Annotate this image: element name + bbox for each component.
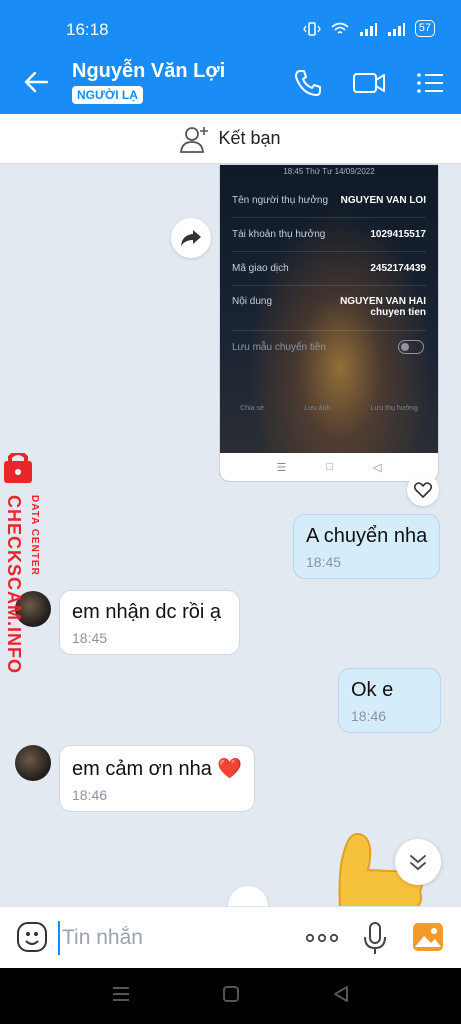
image-icon[interactable] bbox=[412, 922, 444, 952]
message-bubble-outgoing[interactable]: Ok e 18:46 bbox=[338, 668, 441, 733]
menu-list-icon[interactable] bbox=[414, 67, 446, 99]
receipt-row: Tài khoản thụ hưởng 1029415517 bbox=[232, 229, 426, 240]
add-friend-icon bbox=[180, 126, 209, 153]
stranger-badge: NGƯỜI LẠ bbox=[72, 86, 143, 104]
share-forward-button[interactable] bbox=[171, 218, 211, 258]
message-text: em nhận dc rồi ạ bbox=[72, 601, 221, 623]
share-forward-icon bbox=[181, 230, 201, 246]
message-bubble-incoming[interactable]: em nhận dc rồi ạ 18:45 bbox=[59, 590, 240, 655]
receipt-row: Nội dung NGUYEN VAN HAI chuyen tien bbox=[232, 296, 426, 318]
message-input[interactable] bbox=[58, 921, 278, 955]
react-heart-button[interactable] bbox=[407, 474, 439, 506]
system-navigation-bar bbox=[0, 968, 461, 1024]
message-text: A chuyển nha bbox=[306, 525, 428, 547]
checkscam-watermark: DATA CENTER CHECKSCAM.INFO bbox=[4, 453, 40, 673]
status-bar: 16:18 57 bbox=[0, 0, 461, 52]
message-text: Ok e bbox=[351, 679, 394, 701]
receipt-actions: Chia sẻ Lưu ảnh Lưu thụ hưởng bbox=[240, 405, 418, 412]
microphone-icon[interactable] bbox=[362, 921, 388, 955]
message-bubble-outgoing[interactable]: A chuyển nha 18:45 bbox=[293, 514, 440, 579]
receipt-row: Mã giao dịch 2452174439 bbox=[232, 263, 426, 274]
recents-nav-icon[interactable] bbox=[112, 984, 130, 1009]
video-call-icon[interactable] bbox=[352, 67, 386, 99]
watermark-line2: CHECKSCAM.INFO bbox=[4, 495, 24, 673]
add-friend-bar[interactable]: Kết bạn bbox=[0, 114, 461, 164]
receipt-meta: 18:45 Thứ Tư 14/09/2022 bbox=[283, 167, 375, 176]
message-bubble-incoming[interactable]: em cảm ơn nha ❤️ 18:46 bbox=[59, 745, 255, 812]
status-time: 16:18 bbox=[66, 20, 109, 39]
emoji-icon[interactable] bbox=[16, 921, 48, 953]
transfer-receipt-image[interactable]: 18:45 Thứ Tư 14/09/2022 Tên người thụ hư… bbox=[219, 164, 439, 482]
signal-icon bbox=[359, 22, 377, 36]
chat-area[interactable]: 18:45 Thứ Tư 14/09/2022 Tên người thụ hư… bbox=[0, 164, 461, 906]
back-nav-icon[interactable] bbox=[332, 984, 350, 1009]
phone-icon[interactable] bbox=[292, 67, 324, 99]
receipt-row: Tên người thụ hưởng NGUYEN VAN LOI bbox=[232, 195, 426, 206]
receipt-navbar: ☰ □ ◁ bbox=[220, 453, 438, 481]
scroll-to-bottom-button[interactable] bbox=[395, 839, 441, 885]
message-text: em cảm ơn nha ❤️ bbox=[72, 758, 243, 780]
chat-header: Nguyễn Văn Lợi NGƯỜI LẠ bbox=[0, 52, 461, 114]
home-nav-icon[interactable] bbox=[222, 984, 240, 1009]
watermark-line1: DATA CENTER bbox=[29, 495, 40, 576]
message-time: 18:45 bbox=[72, 630, 108, 646]
heart-icon bbox=[414, 482, 432, 498]
avatar[interactable] bbox=[15, 745, 51, 781]
share-forward-button-2[interactable] bbox=[228, 886, 268, 906]
message-time: 18:46 bbox=[351, 708, 387, 724]
more-dots-icon[interactable] bbox=[304, 925, 340, 951]
back-arrow-icon[interactable] bbox=[22, 68, 50, 96]
chevron-double-down-icon bbox=[410, 855, 426, 871]
add-friend-label: Kết bạn bbox=[218, 128, 281, 148]
receipt-toggle bbox=[398, 340, 424, 354]
signal-icon-2 bbox=[387, 22, 405, 36]
receipt-toggle-label: Lưu mẫu chuyển tiền bbox=[232, 342, 326, 353]
message-time: 18:46 bbox=[72, 787, 108, 803]
message-input-bar bbox=[0, 906, 461, 968]
status-icons: 57 bbox=[302, 20, 435, 37]
wifi-icon bbox=[331, 22, 349, 34]
battery-indicator: 57 bbox=[414, 20, 435, 37]
message-time: 18:45 bbox=[306, 554, 342, 570]
vibrate-icon bbox=[302, 21, 321, 36]
contact-name[interactable]: Nguyễn Văn Lợi bbox=[72, 60, 225, 83]
